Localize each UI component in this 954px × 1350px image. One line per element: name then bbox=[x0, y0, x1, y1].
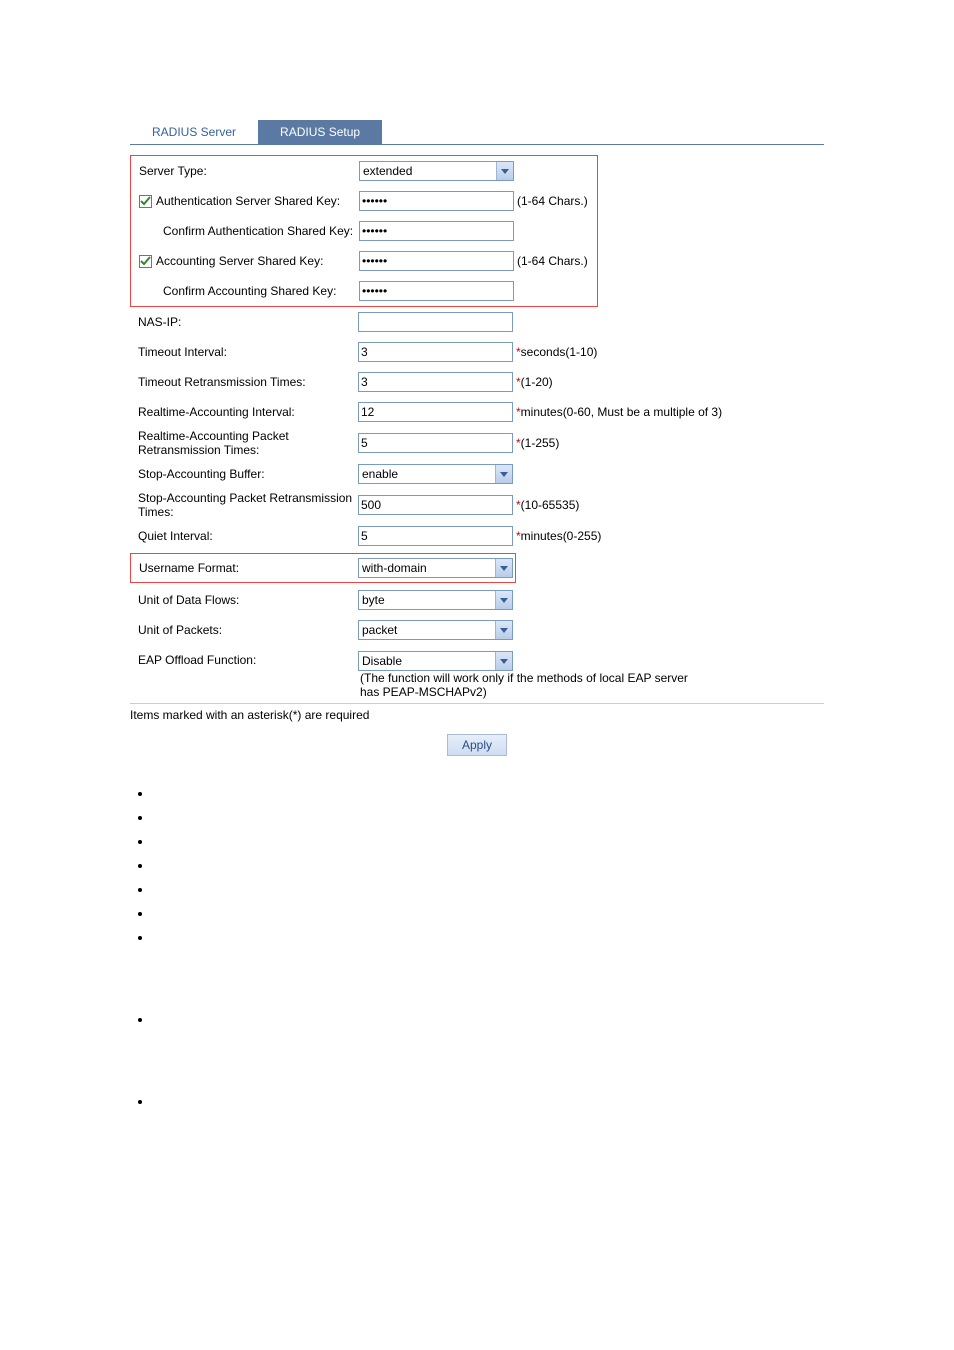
stop-pkt-input[interactable] bbox=[358, 495, 513, 515]
rt-acct-pkt-input[interactable] bbox=[358, 433, 513, 453]
auth-key-label-text: Authentication Server Shared Key: bbox=[156, 194, 340, 208]
list-item bbox=[152, 1012, 824, 1082]
unit-data-value: byte bbox=[362, 593, 385, 607]
timeout-rt-input[interactable] bbox=[358, 372, 513, 392]
form-area: Server Type: extended Authent bbox=[130, 155, 824, 704]
required-footnote: Items marked with an asterisk(*) are req… bbox=[130, 704, 824, 722]
stop-buf-value: enable bbox=[362, 467, 398, 481]
timeout-hint: seconds(1-10) bbox=[521, 345, 598, 359]
list-item bbox=[152, 1094, 824, 1106]
list-item bbox=[152, 810, 824, 822]
auth-key-input[interactable] bbox=[359, 191, 514, 211]
acct-key-confirm-input[interactable] bbox=[359, 281, 514, 301]
eap-select[interactable]: Disable bbox=[358, 651, 513, 671]
unit-data-select[interactable]: byte bbox=[358, 590, 513, 610]
chevron-down-icon bbox=[495, 591, 512, 609]
bullet-list bbox=[130, 786, 824, 1106]
nas-ip-input[interactable] bbox=[358, 312, 513, 332]
label-auth-key: Authentication Server Shared Key: bbox=[131, 194, 359, 208]
list-item bbox=[152, 930, 824, 1000]
auth-key-hint: (1-64 Chars.) bbox=[517, 194, 597, 208]
label-eap: EAP Offload Function: bbox=[130, 651, 358, 667]
acct-key-input[interactable] bbox=[359, 251, 514, 271]
rt-acct-int-hint: minutes(0-60, Must be a multiple of 3) bbox=[521, 405, 722, 419]
list-item bbox=[152, 858, 824, 870]
rt-acct-pkt-hint: (1-255) bbox=[521, 436, 560, 450]
uname-fmt-value: with-domain bbox=[362, 561, 427, 575]
server-type-select[interactable]: extended bbox=[359, 161, 514, 181]
list-item bbox=[152, 786, 824, 798]
stop-pkt-hint: (10-65535) bbox=[521, 498, 580, 512]
label-timeout-rt: Timeout Retransmission Times: bbox=[130, 375, 358, 389]
chevron-down-icon bbox=[495, 465, 512, 483]
timeout-input[interactable] bbox=[358, 342, 513, 362]
label-unit-data: Unit of Data Flows: bbox=[130, 593, 358, 607]
acct-key-checkbox[interactable] bbox=[139, 255, 152, 268]
unit-pkt-select[interactable]: packet bbox=[358, 620, 513, 640]
apply-button[interactable]: Apply bbox=[447, 734, 507, 756]
eap-value: Disable bbox=[362, 654, 402, 668]
server-type-value: extended bbox=[363, 164, 412, 178]
label-quiet: Quiet Interval: bbox=[130, 529, 358, 543]
list-item bbox=[152, 834, 824, 846]
label-rt-acct-int: Realtime-Accounting Interval: bbox=[130, 405, 358, 419]
label-acct-key: Accounting Server Shared Key: bbox=[131, 254, 359, 268]
label-acct-key-confirm: Confirm Accounting Shared Key: bbox=[131, 284, 359, 298]
uname-fmt-select[interactable]: with-domain bbox=[358, 558, 513, 578]
label-uname-fmt: Username Format: bbox=[130, 553, 358, 583]
label-server-type: Server Type: bbox=[131, 164, 359, 178]
label-stop-buf: Stop-Accounting Buffer: bbox=[130, 467, 358, 481]
quiet-hint: minutes(0-255) bbox=[521, 529, 602, 543]
chevron-down-icon bbox=[495, 559, 512, 577]
tab-radius-setup[interactable]: RADIUS Setup bbox=[258, 120, 382, 144]
label-rt-acct-pkt: Realtime-Accounting Packet Retransmissio… bbox=[130, 429, 358, 457]
auth-key-checkbox[interactable] bbox=[139, 195, 152, 208]
timeout-rt-hint: (1-20) bbox=[521, 375, 553, 389]
tabs-bar: RADIUS Server RADIUS Setup bbox=[130, 120, 824, 145]
label-auth-key-confirm: Confirm Authentication Shared Key: bbox=[131, 224, 359, 238]
quiet-input[interactable] bbox=[358, 526, 513, 546]
chevron-down-icon bbox=[496, 162, 513, 180]
top-highlight-box: Server Type: extended Authent bbox=[130, 155, 598, 307]
label-nas-ip: NAS-IP: bbox=[130, 315, 358, 329]
auth-key-confirm-input[interactable] bbox=[359, 221, 514, 241]
chevron-down-icon bbox=[495, 652, 512, 670]
label-timeout: Timeout Interval: bbox=[130, 345, 358, 359]
label-unit-pkt: Unit of Packets: bbox=[130, 623, 358, 637]
tab-radius-server[interactable]: RADIUS Server bbox=[130, 120, 258, 144]
label-stop-pkt: Stop-Accounting Packet Retransmission Ti… bbox=[130, 491, 358, 519]
chevron-down-icon bbox=[495, 621, 512, 639]
stop-buf-select[interactable]: enable bbox=[358, 464, 513, 484]
list-item bbox=[152, 882, 824, 894]
acct-key-label-text: Accounting Server Shared Key: bbox=[156, 254, 323, 268]
acct-key-hint: (1-64 Chars.) bbox=[517, 254, 597, 268]
list-item bbox=[152, 906, 824, 918]
eap-hint: (The function will work only if the meth… bbox=[360, 671, 690, 699]
unit-pkt-value: packet bbox=[362, 623, 397, 637]
rt-acct-int-input[interactable] bbox=[358, 402, 513, 422]
